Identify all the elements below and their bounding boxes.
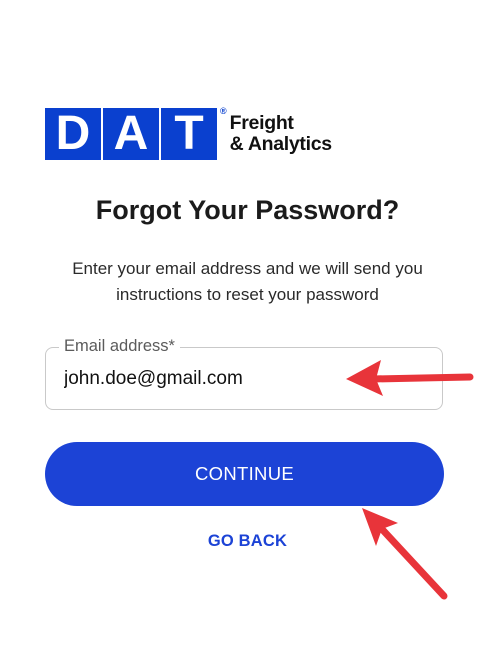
instructions-text: Enter your email address and we will sen… <box>72 259 423 304</box>
email-field-label: Email address* <box>59 335 180 357</box>
page-title: Forgot Your Password? <box>95 195 400 225</box>
registered-mark: ® <box>220 106 227 116</box>
logo-letter-d: D <box>45 108 101 160</box>
email-input[interactable] <box>64 366 324 392</box>
email-field[interactable]: Email address* <box>45 335 443 410</box>
arrow-to-continue-icon <box>362 508 448 600</box>
forgot-password-page: D A T ® Freight & Analytics Forgot Your … <box>0 0 495 667</box>
logo-tagline-line1: Freight <box>229 112 294 134</box>
continue-button[interactable]: CONTINUE <box>45 442 444 506</box>
logo-letters: D A T <box>45 108 219 160</box>
logo-tagline: Freight & Analytics <box>230 113 332 155</box>
annotation-arrows <box>346 360 474 600</box>
go-back-link[interactable]: GO BACK <box>0 532 495 551</box>
logo-letter-t: T <box>161 108 217 160</box>
logo-tagline-line2: & Analytics <box>229 133 332 155</box>
dat-logo: D A T ® Freight & Analytics <box>45 106 332 160</box>
logo-letter-a: A <box>103 108 159 160</box>
